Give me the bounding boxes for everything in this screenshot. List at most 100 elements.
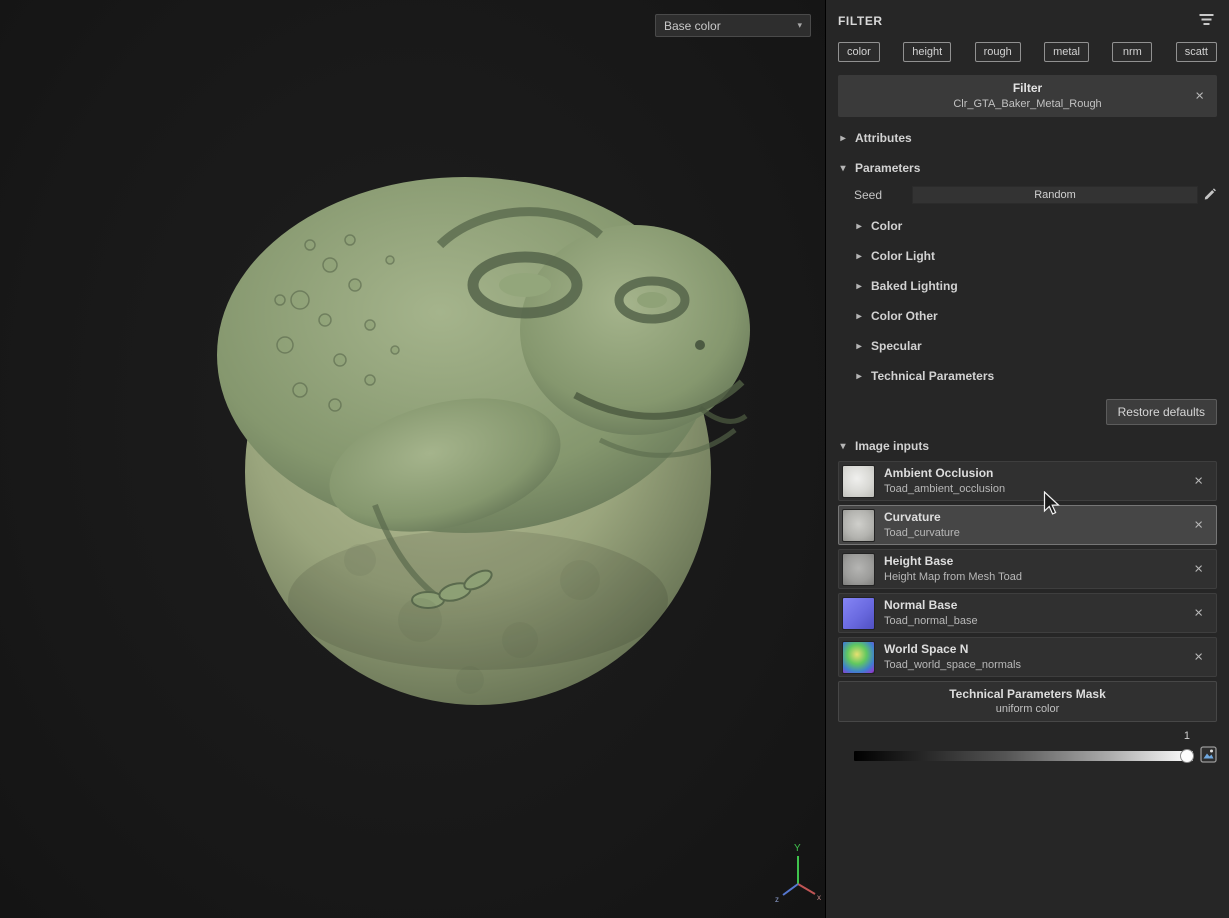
image-input-name: Height Base — [884, 554, 954, 569]
row-text: Height Base Height Map from Mesh Toad — [884, 553, 1022, 585]
chevron-down-icon: ▾ — [797, 20, 802, 30]
height-base-thumbnail — [842, 552, 875, 586]
image-input-source: Toad_curvature — [884, 526, 960, 539]
remove-input-icon[interactable]: × — [1188, 649, 1209, 666]
mask-button-subtitle: uniform color — [995, 703, 1060, 715]
opacity-slider-block: 1 — [854, 730, 1217, 766]
image-input-name: World Space N — [884, 642, 969, 657]
image-input-source: Toad_normal_base — [884, 614, 978, 627]
axis-x-label: x — [817, 893, 821, 902]
opacity-slider-track[interactable] — [854, 749, 1194, 763]
section-parameters-label: Parameters — [855, 161, 921, 175]
section-attributes[interactable]: ▸ Attributes — [838, 123, 1217, 153]
param-group-technical-parameters-label: Technical Parameters — [871, 369, 995, 383]
seed-value: Random — [1034, 189, 1076, 201]
image-input-height-base[interactable]: Height Base Height Map from Mesh Toad × — [838, 549, 1217, 589]
filter-card[interactable]: Filter Clr_GTA_Baker_Metal_Rough × — [838, 75, 1217, 117]
app-window: Base color ▾ Y x z FILTER color height r… — [0, 0, 1229, 918]
seed-label: Seed — [854, 188, 883, 202]
chevron-right-icon: ▸ — [856, 280, 862, 292]
channel-button-color[interactable]: color — [838, 42, 880, 62]
viewport-canvas[interactable] — [0, 0, 825, 918]
world-space-normals-thumbnail — [842, 640, 875, 674]
seed-value-field[interactable]: Random — [912, 186, 1198, 204]
image-input-source: Toad_ambient_occlusion — [884, 482, 1006, 495]
section-attributes-label: Attributes — [855, 131, 912, 145]
row-text: Curvature Toad_curvature — [884, 509, 960, 541]
restore-defaults-button[interactable]: Restore defaults — [1105, 399, 1217, 425]
image-input-ambient-occlusion[interactable]: Ambient Occlusion Toad_ambient_occlusion… — [838, 461, 1217, 501]
param-group-technical-parameters[interactable]: ▸ Technical Parameters — [854, 361, 1217, 391]
seed-row: Seed Random — [854, 183, 1217, 207]
chevron-right-icon: ▸ — [856, 250, 862, 262]
image-input-name: Normal Base — [884, 598, 958, 613]
image-input-world-space-normals[interactable]: World Space N Toad_world_space_normals × — [838, 637, 1217, 677]
channel-button-nrm[interactable]: nrm — [1112, 42, 1153, 62]
remove-input-icon[interactable]: × — [1188, 605, 1209, 622]
restore-row: Restore defaults — [838, 391, 1217, 431]
slider-image-picker-icon[interactable] — [1200, 746, 1217, 766]
channel-buttons: color height rough metal nrm scatt — [826, 42, 1229, 62]
opacity-slider-handle[interactable] — [1180, 749, 1194, 763]
section-image-inputs[interactable]: ▾ Image inputs — [838, 431, 1217, 461]
technical-parameters-mask-button[interactable]: Technical Parameters Mask uniform color — [838, 681, 1217, 722]
viewport-channel-dropdown[interactable]: Base color ▾ — [655, 14, 811, 37]
image-input-source: Height Map from Mesh Toad — [884, 570, 1022, 583]
image-input-curvature[interactable]: Curvature Toad_curvature × — [838, 505, 1217, 545]
chevron-right-icon: ▸ — [856, 370, 862, 382]
filter-card-title: Filter — [1012, 81, 1043, 95]
image-input-normal-base[interactable]: Normal Base Toad_normal_base × — [838, 593, 1217, 633]
filter-panel: FILTER color height rough metal nrm scat… — [825, 0, 1229, 918]
chevron-down-icon: ▾ — [840, 440, 846, 452]
chevron-right-icon: ▸ — [840, 132, 846, 144]
filter-list-icon[interactable] — [1196, 11, 1217, 31]
viewport-3d: Base color ▾ Y x z — [0, 0, 825, 918]
remove-input-icon[interactable]: × — [1188, 517, 1209, 534]
panel-header: FILTER — [826, 0, 1229, 42]
curvature-thumbnail — [842, 508, 875, 542]
channel-button-height[interactable]: height — [903, 42, 952, 62]
opacity-slider-value: 1 — [1183, 730, 1190, 742]
axis-gizmo: Y x z — [772, 838, 826, 911]
ambient-occlusion-thumbnail — [842, 464, 875, 498]
seed-edit-pencil-icon[interactable] — [1203, 187, 1217, 204]
image-input-name: Ambient Occlusion — [884, 466, 994, 481]
section-parameters[interactable]: ▾ Parameters — [838, 153, 1217, 183]
row-text: Ambient Occlusion Toad_ambient_occlusion — [884, 465, 1005, 497]
chevron-right-icon: ▸ — [856, 220, 862, 232]
chevron-right-icon: ▸ — [856, 310, 862, 322]
chevron-right-icon: ▸ — [856, 340, 862, 352]
param-group-specular-label: Specular — [871, 339, 922, 353]
channel-button-metal[interactable]: metal — [1044, 42, 1089, 62]
param-group-baked-lighting[interactable]: ▸ Baked Lighting — [854, 271, 1217, 301]
param-group-color-light-label: Color Light — [871, 249, 935, 263]
channel-button-rough[interactable]: rough — [974, 42, 1021, 62]
remove-input-icon[interactable]: × — [1188, 473, 1209, 490]
param-group-color-other-label: Color Other — [871, 309, 938, 323]
param-group-color-other[interactable]: ▸ Color Other — [854, 301, 1217, 331]
axis-z-label: z — [775, 895, 779, 904]
section-image-inputs-label: Image inputs — [855, 439, 930, 453]
axis-y-label: Y — [794, 843, 801, 854]
panel-title: FILTER — [838, 14, 883, 28]
channel-button-scatt[interactable]: scatt — [1175, 42, 1217, 62]
viewport-channel-dropdown-value: Base color — [664, 18, 721, 33]
chevron-down-icon: ▾ — [840, 162, 846, 174]
mask-button-title: Technical Parameters Mask — [949, 687, 1106, 701]
slider-row — [854, 746, 1217, 766]
row-text: Normal Base Toad_normal_base — [884, 597, 978, 629]
panel-body: ▸ Attributes ▾ Parameters Seed Random ▸ … — [826, 117, 1229, 766]
image-input-name: Curvature — [884, 510, 941, 525]
row-text: World Space N Toad_world_space_normals — [884, 641, 1021, 673]
normal-base-thumbnail — [842, 596, 875, 630]
param-group-color[interactable]: ▸ Color — [854, 211, 1217, 241]
param-group-baked-lighting-label: Baked Lighting — [871, 279, 958, 293]
param-group-specular[interactable]: ▸ Specular — [854, 331, 1217, 361]
image-input-source: Toad_world_space_normals — [884, 658, 1021, 671]
filter-card-name: Clr_GTA_Baker_Metal_Rough — [953, 98, 1102, 110]
param-group-color-label: Color — [871, 219, 903, 233]
remove-input-icon[interactable]: × — [1188, 561, 1209, 578]
toad-model-render — [217, 177, 750, 705]
param-group-color-light[interactable]: ▸ Color Light — [854, 241, 1217, 271]
filter-close-icon[interactable]: × — [1189, 88, 1210, 105]
